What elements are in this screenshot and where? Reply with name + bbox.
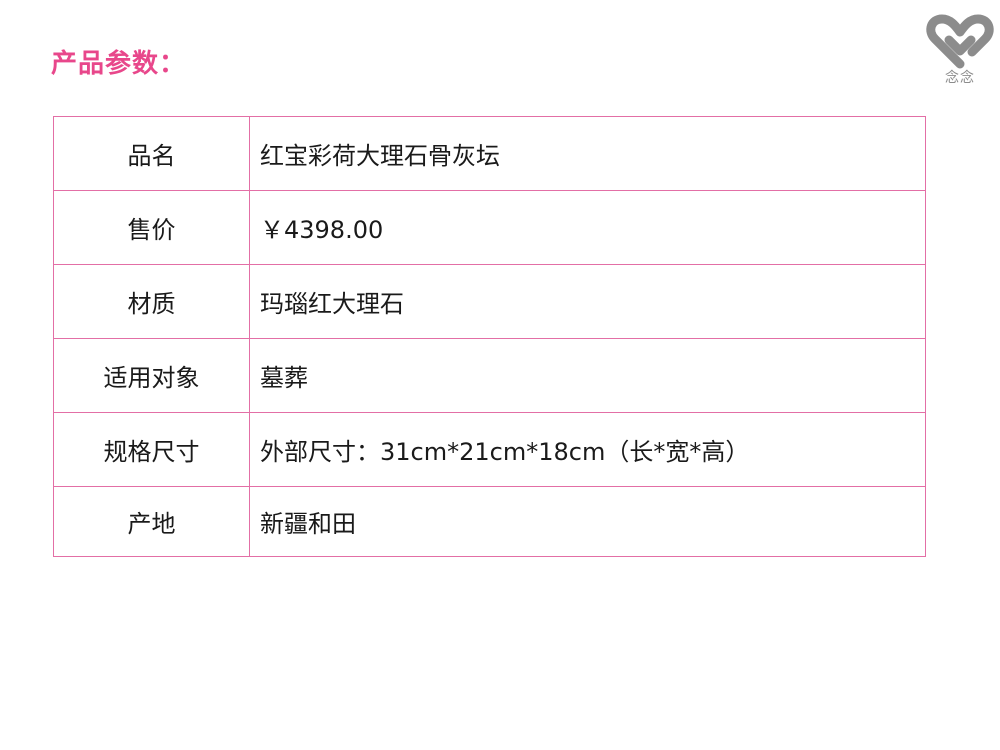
spec-value: 墓葬 xyxy=(249,338,926,413)
spec-label: 规格尺寸 xyxy=(53,412,250,487)
table-row: 产地 新疆和田 xyxy=(53,486,926,557)
spec-label: 适用对象 xyxy=(53,338,250,413)
heart-ribbon-icon xyxy=(926,14,994,69)
spec-value: 玛瑙红大理石 xyxy=(249,264,926,339)
spec-table: 品名 红宝彩荷大理石骨灰坛 售价 ￥4398.00 材质 玛瑙红大理石 适用对象… xyxy=(53,116,926,557)
logo-text: 念念 xyxy=(945,70,975,86)
table-row: 规格尺寸 外部尺寸：31cm*21cm*18cm（长*宽*高） xyxy=(53,412,926,487)
table-row: 材质 玛瑙红大理石 xyxy=(53,264,926,339)
spec-label: 售价 xyxy=(53,190,250,265)
spec-value: 红宝彩荷大理石骨灰坛 xyxy=(249,116,926,191)
spec-label: 品名 xyxy=(53,116,250,191)
table-row: 适用对象 墓葬 xyxy=(53,338,926,413)
spec-value: 新疆和田 xyxy=(249,486,926,557)
spec-value: 外部尺寸：31cm*21cm*18cm（长*宽*高） xyxy=(249,412,926,487)
table-row: 品名 红宝彩荷大理石骨灰坛 xyxy=(53,116,926,191)
spec-label: 材质 xyxy=(53,264,250,339)
spec-value: ￥4398.00 xyxy=(249,190,926,265)
page-title: 产品参数： xyxy=(51,49,187,79)
spec-label: 产地 xyxy=(53,486,250,557)
table-row: 售价 ￥4398.00 xyxy=(53,190,926,265)
brand-logo: 念念 xyxy=(925,12,995,90)
